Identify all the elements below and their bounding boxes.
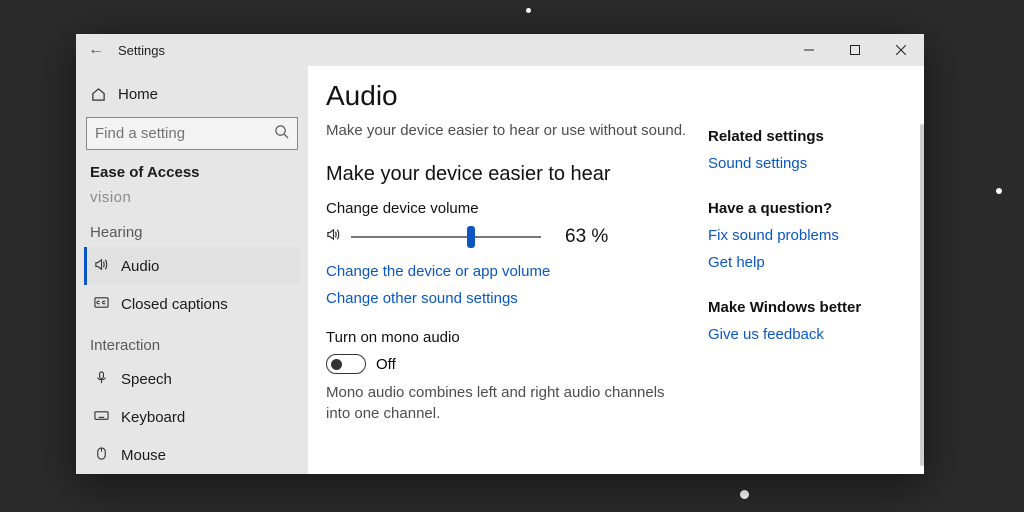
link-device-app-volume[interactable]: Change the device or app volume xyxy=(326,263,688,280)
question-heading: Have a question? xyxy=(708,200,918,217)
sidebar-home[interactable]: Home xyxy=(84,78,300,111)
window-controls xyxy=(786,34,924,66)
sidebar-item-label: Keyboard xyxy=(121,409,185,426)
link-fix-sound[interactable]: Fix sound problems xyxy=(708,227,918,244)
link-feedback[interactable]: Give us feedback xyxy=(708,326,918,343)
sidebar-item-audio[interactable]: Audio xyxy=(84,247,300,285)
sidebar-truncated-prev: vision xyxy=(84,189,300,210)
sidebar-category: Ease of Access xyxy=(84,160,300,189)
sidebar-item-closed-captions[interactable]: Closed captions xyxy=(84,285,300,323)
sidebar-group-hearing: Hearing xyxy=(84,210,300,247)
cc-icon xyxy=(93,295,109,313)
sidebar-item-label: Mouse xyxy=(121,447,166,464)
maximize-button[interactable] xyxy=(832,34,878,66)
search-input[interactable] xyxy=(95,125,274,142)
volume-slider[interactable] xyxy=(351,225,541,249)
sidebar-item-label: Speech xyxy=(121,371,172,388)
related-heading: Related settings xyxy=(708,128,918,145)
scrollbar[interactable] xyxy=(920,124,924,466)
sidebar-item-mouse[interactable]: Mouse xyxy=(84,436,300,474)
link-sound-settings[interactable]: Sound settings xyxy=(708,155,918,172)
minimize-button[interactable] xyxy=(786,34,832,66)
mouse-icon xyxy=(93,446,109,464)
sidebar-item-keyboard[interactable]: Keyboard xyxy=(84,398,300,436)
aside-panel: Related settings Sound settings Have a q… xyxy=(708,80,918,474)
sidebar-home-label: Home xyxy=(118,86,158,103)
volume-label: Change device volume xyxy=(326,200,688,217)
content-area: Audio Make your device easier to hear or… xyxy=(308,66,924,474)
sidebar-item-label: Closed captions xyxy=(121,296,228,313)
back-icon[interactable]: ← xyxy=(88,41,104,59)
mono-help-text: Mono audio combines left and right audio… xyxy=(326,382,688,424)
home-icon xyxy=(90,87,106,103)
window-title: Settings xyxy=(118,43,165,58)
link-other-sound-settings[interactable]: Change other sound settings xyxy=(326,290,688,307)
keyboard-icon xyxy=(93,408,109,426)
mono-heading: Turn on mono audio xyxy=(326,329,688,346)
sidebar-item-speech[interactable]: Speech xyxy=(84,360,300,398)
hear-heading: Make your device easier to hear xyxy=(326,163,688,186)
sidebar: Home Ease of Access vision Hearing Audio… xyxy=(76,66,308,474)
page-subtitle: Make your device easier to hear or use w… xyxy=(326,120,688,141)
close-button[interactable] xyxy=(878,34,924,66)
volume-icon xyxy=(326,227,341,247)
sidebar-item-label: Audio xyxy=(121,258,159,275)
mono-audio-toggle[interactable] xyxy=(326,354,366,374)
settings-window: ← Settings Home Ease of Access vision He… xyxy=(76,34,924,474)
link-get-help[interactable]: Get help xyxy=(708,254,918,271)
search-box[interactable] xyxy=(86,117,298,150)
better-heading: Make Windows better xyxy=(708,299,918,316)
sidebar-group-interaction: Interaction xyxy=(84,323,300,360)
search-icon xyxy=(274,124,289,144)
speaker-icon xyxy=(93,257,109,275)
page-title: Audio xyxy=(326,80,688,112)
mic-icon xyxy=(93,370,109,388)
titlebar: ← Settings xyxy=(76,34,924,66)
volume-percent: 63 % xyxy=(565,226,608,248)
mono-audio-state: Off xyxy=(376,356,396,373)
